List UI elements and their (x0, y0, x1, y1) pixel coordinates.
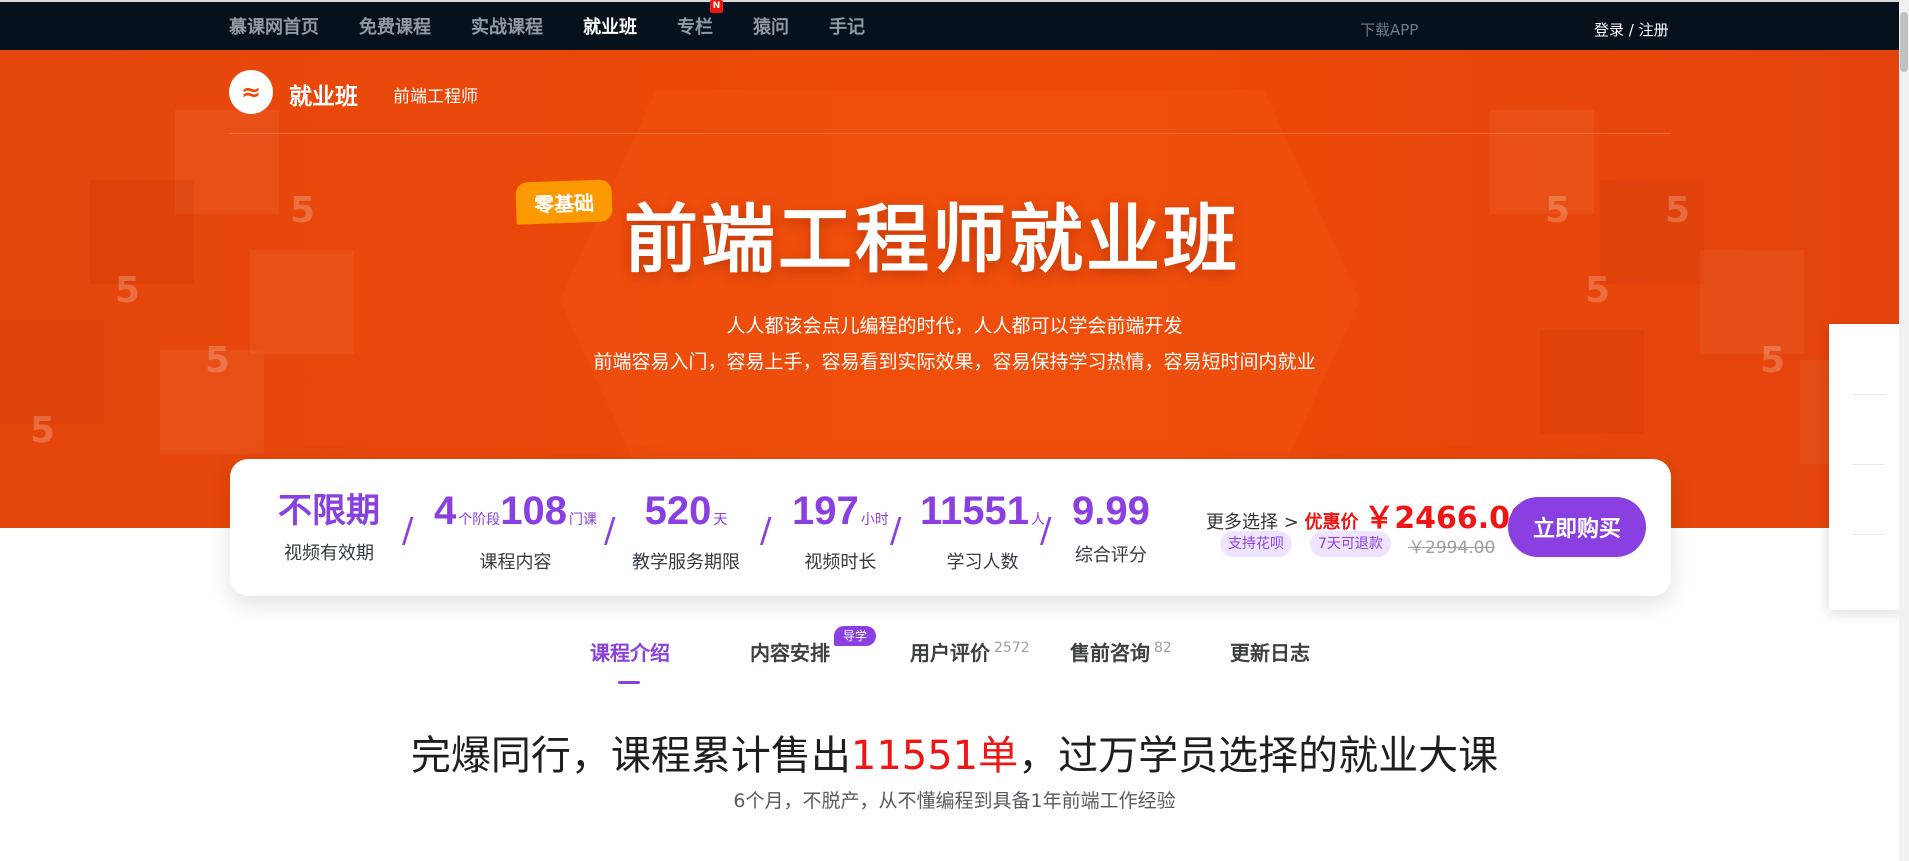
logo-glyph: ≈ (240, 78, 262, 106)
stat-duration: 197 小时 视频时长 (792, 489, 889, 574)
pattern-tile (1540, 330, 1644, 434)
nav-item-free-courses[interactable]: 免费课程 (359, 13, 431, 39)
tab-presale-consult[interactable]: 售前咨询 82 (1070, 637, 1172, 666)
tab-course-intro[interactable]: 课程介绍 (590, 637, 670, 666)
active-tab-indicator (618, 681, 640, 684)
more-choice-link[interactable]: 更多选择 > (1206, 512, 1299, 533)
html5-icon: 5 (1665, 190, 1691, 231)
pattern-tile (90, 180, 194, 284)
stages-unit: 个阶段 (458, 512, 501, 528)
service-value: 520 (644, 489, 712, 533)
hero-tagline-1: 人人都该会点儿编程的时代，人人都可以学会前端开发 (726, 315, 1183, 337)
service-unit: 天 (713, 512, 728, 528)
main-nav: 慕课网首页 免费课程 实战课程 就业班 专栏 N 猿问 手记 (229, 0, 905, 50)
stat-service: 520 天 教学服务期限 (632, 489, 740, 574)
stat-label: 视频有效期 (284, 543, 374, 564)
rating-value: 9.99 (1072, 489, 1150, 533)
hero-title: 前端工程师就业班 (624, 197, 1240, 283)
divider (1853, 464, 1885, 465)
stat-separator: / (402, 511, 414, 551)
html5-icon: 5 (1545, 190, 1571, 231)
nav-item-notes[interactable]: 手记 (829, 13, 865, 39)
stat-separator: / (760, 511, 772, 551)
zero-basis-badge: 零基础 (515, 179, 613, 225)
pattern-tile (1700, 250, 1804, 354)
buy-now-button[interactable]: 立即购买 (1508, 497, 1646, 557)
guide-badge: 导学 (834, 626, 876, 646)
html5-icon: 5 (30, 410, 56, 451)
course-info-card: 不限期 视频有效期 / 4 个阶段108 门课 课程内容 / 520 天 教学服务期限… (230, 459, 1671, 596)
download-app-link[interactable]: 下载APP (1360, 19, 1418, 40)
stat-content: 4 个阶段108 门课 课程内容 (434, 489, 597, 574)
stat-value: 197 小时 (792, 489, 889, 542)
divider (1853, 534, 1885, 535)
promo-price: ￥2466.00 (1364, 501, 1531, 536)
promo-label: 优惠价 (1304, 512, 1359, 533)
tab-content-schedule[interactable]: 内容安排 (750, 637, 830, 666)
nav-item-practical-courses[interactable]: 实战课程 (471, 13, 543, 39)
tab-changelog[interactable]: 更新日志 (1230, 637, 1310, 666)
stat-students: 11551 人 学习人数 (920, 489, 1045, 574)
stat-separator: / (1040, 511, 1052, 551)
nav-item-career-class[interactable]: 就业班 (583, 13, 637, 39)
stat-label: 教学服务期限 (632, 552, 740, 573)
brand-subtitle: 前端工程师 (393, 87, 478, 107)
tab-label: 用户评价 (910, 641, 990, 665)
top-nav-bar: 慕课网首页 免费课程 实战课程 就业班 专栏 N 猿问 手记 下载APP 登录 … (0, 0, 1909, 50)
stat-value: 520 天 (632, 489, 740, 542)
tab-label: 售前咨询 (1070, 641, 1150, 665)
section-subheadline: 6个月，不脱产，从不懂编程到具备1年前端工作经验 (733, 790, 1176, 812)
hero-decoration (560, 90, 1360, 510)
nav-item-column-label: 专栏 (677, 17, 713, 38)
stat-label: 课程内容 (479, 552, 552, 573)
new-badge: N (710, 0, 723, 13)
tab-user-reviews[interactable]: 用户评价 2572 (910, 637, 1030, 666)
stat-label: 学习人数 (946, 552, 1019, 573)
stat-separator: / (604, 511, 616, 551)
stat-rating: 9.99 综合评分 (1072, 489, 1150, 567)
stat-validity: 不限期 视频有效期 (278, 489, 380, 565)
courses-unit: 门课 (569, 512, 597, 528)
nav-item-qa[interactable]: 猿问 (753, 13, 789, 39)
stat-value: 9.99 (1072, 489, 1150, 535)
divider (1853, 394, 1885, 395)
hero-banner: 5 5 5 5 5 5 5 5 ≈ 就业班 前端工程师 零基础 前端工程师就业班… (0, 50, 1909, 528)
tag-refund: 7天可退款 (1310, 531, 1391, 557)
stat-label: 视频时长 (804, 552, 877, 573)
nav-item-home[interactable]: 慕课网首页 (229, 13, 319, 39)
headline-after: ，过万学员选择的就业大课 (1018, 733, 1499, 779)
stat-value: 11551 人 (920, 489, 1045, 542)
html5-icon: 5 (290, 190, 316, 231)
duration-value: 197 (792, 489, 859, 533)
imooc-logo-icon[interactable]: ≈ (229, 70, 273, 114)
stat-value: 4 个阶段108 门课 (434, 489, 597, 542)
html5-icon: 5 (115, 270, 141, 311)
consult-count: 82 (1154, 640, 1172, 657)
tag-huabei: 支持花呗 (1220, 531, 1292, 557)
stat-label: 综合评分 (1074, 545, 1147, 566)
students-value: 11551 (920, 489, 1030, 533)
headline-before: 完爆同行，课程累计售出 (410, 733, 851, 779)
scrollbar-thumb[interactable] (1900, 12, 1908, 72)
stat-separator: / (890, 511, 902, 551)
html5-icon: 5 (1585, 270, 1611, 311)
side-float-panel[interactable] (1829, 324, 1909, 610)
pattern-tile (1490, 110, 1594, 214)
review-count: 2572 (994, 640, 1030, 657)
brand-name[interactable]: 就业班 (289, 77, 358, 111)
duration-unit: 小时 (860, 512, 889, 528)
stages-value: 4 (434, 489, 457, 533)
original-price: ￥2994.00 (1408, 538, 1496, 558)
pattern-tile (250, 250, 354, 354)
stat-value: 不限期 (278, 491, 380, 531)
section-headline: 完爆同行，课程累计售出11551单，过万学员选择的就业大课 (0, 723, 1909, 781)
login-register-link[interactable]: 登录 / 注册 (1594, 19, 1669, 40)
courses-value: 108 (500, 489, 567, 533)
hero-tagline-2: 前端容易入门，容易上手，容易看到实际效果，容易保持学习热情，容易短时间内就业 (593, 351, 1316, 373)
hero-divider (229, 133, 1671, 134)
headline-highlight: 11551单 (850, 733, 1019, 779)
nav-item-column[interactable]: 专栏 N (677, 0, 723, 39)
